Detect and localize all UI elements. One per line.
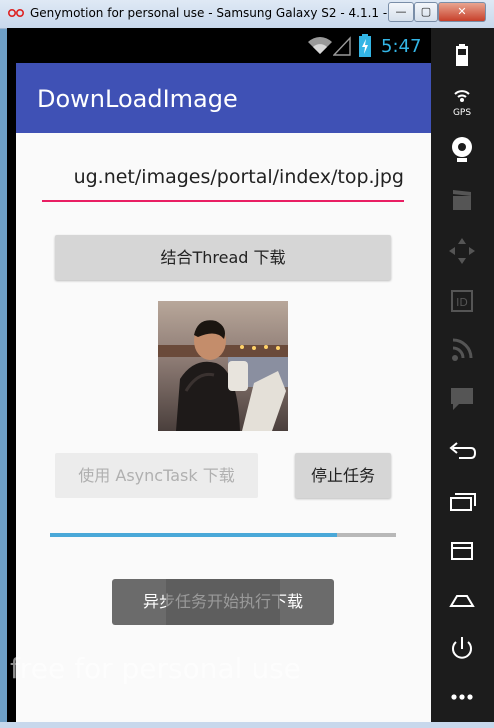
camera-icon[interactable] [443, 132, 481, 166]
menu-icon[interactable] [443, 534, 481, 568]
status-bar: 5:47 [7, 28, 431, 63]
phone-screen: 5:47 DownLoadImage ug.net/images/portal/… [7, 28, 431, 722]
close-button[interactable]: ✕ [438, 2, 486, 22]
sms-icon[interactable] [443, 382, 481, 416]
status-time: 5:47 [381, 36, 422, 57]
toast-overlay [166, 579, 280, 625]
more-icon[interactable] [443, 680, 481, 714]
home-icon[interactable] [443, 584, 481, 618]
media-icon[interactable] [443, 184, 481, 218]
photo-content [158, 301, 288, 431]
signal-icon [333, 36, 351, 56]
url-input-value: ug.net/images/portal/index/top.jpg [73, 166, 404, 188]
gps-label: GPS [452, 108, 472, 118]
back-icon[interactable] [443, 434, 481, 468]
progress-fill [50, 533, 338, 537]
window-title: Genymotion for personal use - Samsung Ga… [30, 6, 403, 20]
url-input[interactable]: ug.net/images/portal/index/top.jpg [42, 166, 404, 202]
thread-download-button[interactable]: 结合Thread 下载 [55, 235, 391, 280]
wifi-icon [308, 37, 332, 54]
rss-icon[interactable] [443, 332, 481, 366]
svg-text:ID: ID [456, 296, 468, 309]
app-bar: DownLoadImage [16, 63, 431, 133]
recent-apps-icon[interactable] [443, 484, 481, 518]
download-progress-bar [50, 533, 396, 537]
stop-task-button[interactable]: 停止任务 [295, 453, 391, 498]
gps-icon [454, 90, 470, 102]
genymotion-logo-icon [8, 9, 24, 17]
watermark-text: free for personal use [10, 652, 301, 685]
app-title: DownLoadImage [37, 85, 238, 113]
minimize-button[interactable]: — [388, 2, 414, 22]
asynctask-download-button[interactable]: 使用 AsyncTask 下载 [55, 453, 258, 498]
maximize-button[interactable]: ▢ [414, 2, 438, 22]
window-titlebar: Genymotion for personal use - Samsung Ga… [0, 0, 494, 29]
window-bottom-border [0, 722, 494, 728]
id-icon[interactable]: ID [443, 284, 481, 318]
app-window: DownLoadImage ug.net/images/portal/index… [16, 63, 431, 722]
gps-button[interactable]: GPS [443, 84, 481, 118]
power-icon[interactable] [443, 632, 481, 666]
downloaded-image [158, 301, 288, 431]
battery-status-icon [359, 34, 371, 57]
battery-icon[interactable] [443, 38, 481, 72]
emulator-toolbar: GPS ID [431, 28, 494, 722]
dpad-icon[interactable] [443, 234, 481, 268]
